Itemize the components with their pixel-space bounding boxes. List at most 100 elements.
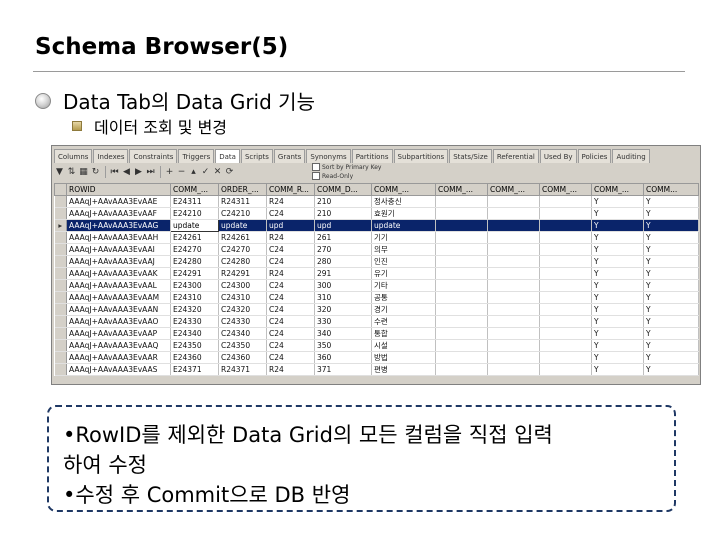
row-indicator[interactable] [54,339,67,352]
tab-indexes[interactable]: Indexes [93,149,129,163]
column-header[interactable]: COMM_... [371,183,436,196]
sort-icon[interactable]: ⇅ [66,167,77,177]
table-cell[interactable]: AAAqJ+AAvAAA3EvAAS [66,363,171,376]
table-row[interactable]: AAAqJ+AAvAAA3EvAAP E24340 C24340 C24 340 통합 Y Y [54,327,699,340]
column-header[interactable]: COMM_... [591,183,644,196]
table-cell[interactable]: Y [643,243,699,256]
table-cell[interactable]: AAAqJ+AAvAAA3EvAAH [66,231,171,244]
filter-icon[interactable]: ▼ [54,167,65,177]
row-indicator[interactable] [54,207,67,220]
table-cell[interactable]: Y [591,243,644,256]
column-header[interactable]: COMM_R... [266,183,315,196]
table-cell[interactable]: Y [591,291,644,304]
table-cell[interactable]: 330 [314,315,372,328]
table-row[interactable]: AAAqJ+AAvAAA3EvAAS E24371 R24371 R24 371 편병 Y Y [54,363,699,376]
table-cell[interactable]: C24 [266,255,315,268]
tab-constraints[interactable]: Constraints [129,149,178,163]
table-row[interactable]: AAAqJ+AAvAAA3EvAAI E24270 C24270 C24 270 의무 Y Y [54,243,699,256]
table-cell[interactable]: E24270 [170,243,219,256]
table-cell[interactable]: 371 [314,363,372,376]
table-cell[interactable]: AAAqJ+AAvAAA3EvAAF [66,207,171,220]
table-cell[interactable]: C24310 [218,291,267,304]
table-cell[interactable]: Y [591,195,644,208]
table-cell[interactable]: C24330 [218,315,267,328]
table-cell[interactable] [487,207,540,220]
table-row[interactable]: AAAqJ+AAvAAA3EvAAN E24320 C24320 C24 320 경기 Y Y [54,303,699,316]
table-cell[interactable]: C24350 [218,339,267,352]
table-cell[interactable] [487,327,540,340]
table-cell[interactable]: 270 [314,243,372,256]
table-cell[interactable]: 300 [314,279,372,292]
tab-partitions[interactable]: Partitions [351,149,393,163]
row-indicator[interactable] [54,279,67,292]
table-cell[interactable]: 360 [314,351,372,364]
table-cell[interactable]: C24280 [218,255,267,268]
first-record-icon[interactable]: ⏮ [109,167,120,177]
table-cell[interactable]: 의무 [371,243,436,256]
table-cell[interactable] [487,339,540,352]
table-cell[interactable]: E24330 [170,315,219,328]
prev-record-icon[interactable]: ◀ [121,167,132,177]
column-header[interactable]: COMM_... [539,183,592,196]
table-cell[interactable]: update [170,219,219,232]
table-cell[interactable]: 320 [314,303,372,316]
column-header[interactable]: COMM_... [435,183,488,196]
table-cell[interactable]: Y [591,279,644,292]
row-indicator[interactable] [54,255,67,268]
table-cell[interactable]: 310 [314,291,372,304]
table-cell[interactable]: AAAqJ+AAvAAA3EvAAR [66,351,171,364]
table-cell[interactable]: C24 [266,243,315,256]
table-cell[interactable]: C24360 [218,351,267,364]
table-cell[interactable]: C24300 [218,279,267,292]
table-cell[interactable] [539,315,592,328]
table-cell[interactable]: AAAqJ+AAvAAA3EvAAQ [66,339,171,352]
table-cell[interactable] [487,315,540,328]
table-cell[interactable]: Y [591,207,644,220]
tab-scripts[interactable]: Scripts [240,149,273,163]
table-cell[interactable]: AAAqJ+AAvAAA3EvAAP [66,327,171,340]
row-indicator[interactable] [54,291,67,304]
table-cell[interactable]: C24210 [218,207,267,220]
table-cell[interactable] [487,363,540,376]
refresh-icon[interactable]: ↻ [90,167,101,177]
table-cell[interactable]: Y [591,267,644,280]
table-cell[interactable] [539,207,592,220]
table-cell[interactable]: 기기 [371,231,436,244]
table-cell[interactable]: 경기 [371,303,436,316]
table-cell[interactable]: AAAqJ+AAvAAA3EvAAE [66,195,171,208]
table-cell[interactable]: 수련 [371,315,436,328]
table-cell[interactable]: 유기 [371,267,436,280]
table-cell[interactable]: C24 [266,351,315,364]
table-cell[interactable]: 편병 [371,363,436,376]
tab-data[interactable]: Data [215,149,240,163]
table-cell[interactable]: Y [643,279,699,292]
table-cell[interactable]: C24270 [218,243,267,256]
table-cell[interactable]: E24340 [170,327,219,340]
row-indicator[interactable] [54,303,67,316]
table-row[interactable]: AAAqJ+AAvAAA3EvAAM E24310 C24310 C24 310 공통 Y Y [54,291,699,304]
table-cell[interactable]: AAAqJ+AAvAAA3EvAAL [66,279,171,292]
table-cell[interactable]: Y [643,339,699,352]
sort-by-pk-checkbox[interactable]: Sort by Primary Key [312,163,381,171]
last-record-icon[interactable]: ⏭ [145,167,156,177]
table-cell[interactable]: C24320 [218,303,267,316]
table-cell[interactable]: Y [643,291,699,304]
column-header[interactable]: COMM_D... [314,183,372,196]
table-cell[interactable]: 291 [314,267,372,280]
table-cell[interactable]: 인진 [371,255,436,268]
row-indicator[interactable] [54,267,67,280]
table-cell[interactable]: E24350 [170,339,219,352]
table-row[interactable]: AAAqJ+AAvAAA3EvAAR E24360 C24360 C24 360 방법 Y Y [54,351,699,364]
table-cell[interactable]: R24371 [218,363,267,376]
table-cell[interactable]: AAAqJ+AAvAAA3EvAAK [66,267,171,280]
table-cell[interactable]: 280 [314,255,372,268]
table-cell[interactable]: AAAqJ+AAvAAA3EvAAJ [66,255,171,268]
table-cell[interactable]: R24 [266,195,315,208]
column-header[interactable]: COMM_... [487,183,540,196]
table-row[interactable]: AAAqJ+AAvAAA3EvAAH E24261 R24261 R24 261 기기 Y Y [54,231,699,244]
table-cell[interactable]: Y [591,339,644,352]
table-cell[interactable]: E24280 [170,255,219,268]
table-cell[interactable]: R24261 [218,231,267,244]
table-cell[interactable] [487,351,540,364]
table-cell[interactable] [539,351,592,364]
